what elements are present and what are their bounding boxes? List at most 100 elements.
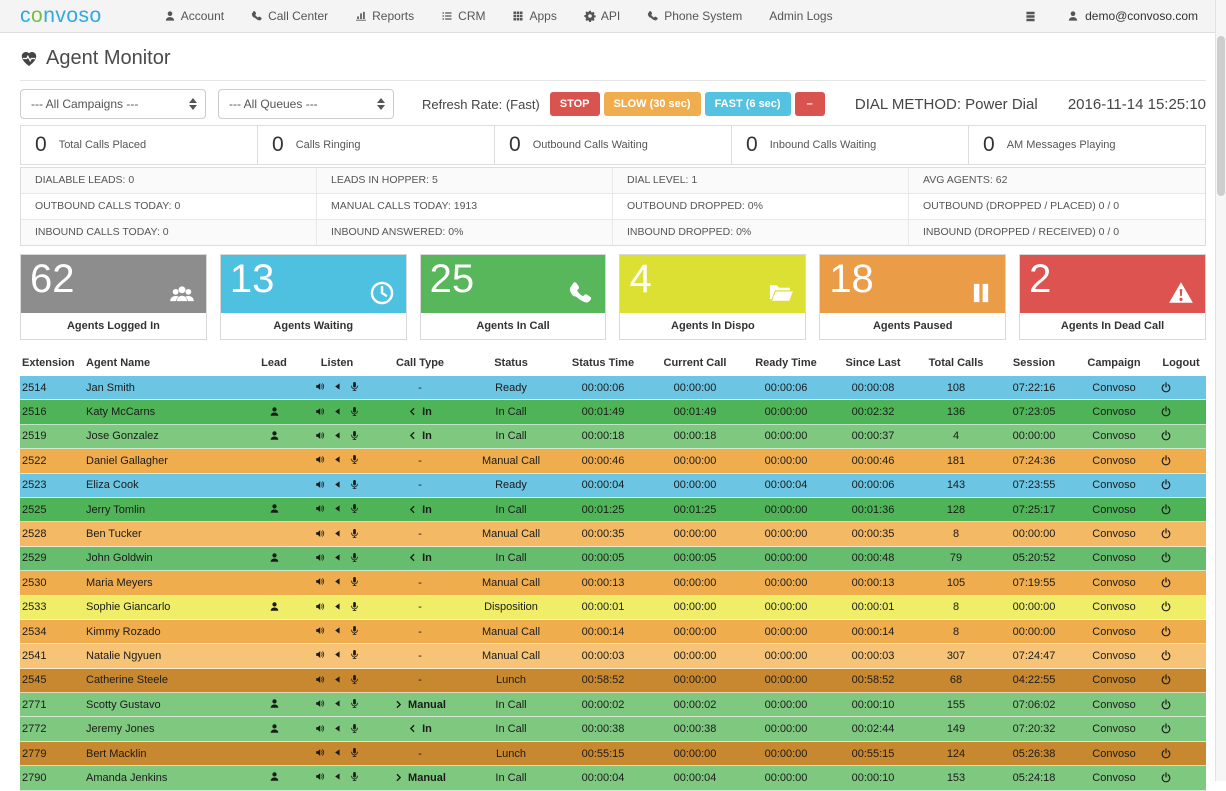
barge-icon[interactable] xyxy=(332,698,343,711)
user-menu[interactable]: demo@convoso.com xyxy=(1067,9,1198,23)
column-header-extension[interactable]: Extension xyxy=(20,357,82,369)
listen-icon[interactable] xyxy=(315,406,326,419)
whisper-icon[interactable] xyxy=(349,576,360,589)
nav-item-reports[interactable]: Reports xyxy=(355,9,414,23)
power-icon[interactable] xyxy=(1160,699,1202,711)
listen-icon[interactable] xyxy=(315,625,326,638)
listen-icon[interactable] xyxy=(315,479,326,492)
lead-icon[interactable] xyxy=(269,698,280,711)
lead-icon[interactable] xyxy=(269,406,280,419)
nav-item-admin-logs[interactable]: Admin Logs xyxy=(769,9,832,23)
convoso-logo[interactable]: convoso xyxy=(20,4,102,28)
lead-icon[interactable] xyxy=(269,771,280,784)
nav-item-crm[interactable]: CRM xyxy=(441,9,485,23)
power-icon[interactable] xyxy=(1160,723,1202,735)
listen-icon[interactable] xyxy=(315,552,326,565)
whisper-icon[interactable] xyxy=(349,601,360,614)
whisper-icon[interactable] xyxy=(349,406,360,419)
scrollbar-thumb[interactable] xyxy=(1217,36,1225,196)
barge-icon[interactable] xyxy=(332,625,343,638)
barge-icon[interactable] xyxy=(332,381,343,394)
whisper-icon[interactable] xyxy=(349,771,360,784)
stop-button[interactable]: STOP xyxy=(550,92,600,116)
listen-icon[interactable] xyxy=(315,771,326,784)
power-icon[interactable] xyxy=(1160,382,1202,394)
whisper-icon[interactable] xyxy=(349,381,360,394)
barge-icon[interactable] xyxy=(332,601,343,614)
listen-icon[interactable] xyxy=(315,528,326,541)
whisper-icon[interactable] xyxy=(349,479,360,492)
power-icon[interactable] xyxy=(1160,479,1202,491)
power-icon[interactable] xyxy=(1160,552,1202,564)
lead-icon[interactable] xyxy=(269,430,280,443)
card-agents-in-call[interactable]: 25Agents In Call xyxy=(420,254,607,340)
column-header-campaign[interactable]: Campaign xyxy=(1072,357,1156,369)
column-header-total-calls[interactable]: Total Calls xyxy=(916,357,996,369)
listen-icon[interactable] xyxy=(315,381,326,394)
lead-icon[interactable] xyxy=(269,723,280,736)
listen-icon[interactable] xyxy=(315,698,326,711)
queues-select[interactable]: --- All Queues --- xyxy=(218,89,394,119)
nav-item-call-center[interactable]: Call Center xyxy=(251,9,328,23)
whisper-icon[interactable] xyxy=(349,430,360,443)
card-agents-in-dead-call[interactable]: 2Agents In Dead Call xyxy=(1019,254,1206,340)
lead-icon[interactable] xyxy=(269,552,280,565)
card-agents-paused[interactable]: 18Agents Paused xyxy=(819,254,1006,340)
whisper-icon[interactable] xyxy=(349,454,360,467)
power-icon[interactable] xyxy=(1160,455,1202,467)
column-header-logout[interactable]: Logout xyxy=(1156,357,1206,369)
power-icon[interactable] xyxy=(1160,748,1202,760)
column-header-since-last[interactable]: Since Last xyxy=(830,357,916,369)
whisper-icon[interactable] xyxy=(349,674,360,687)
listen-icon[interactable] xyxy=(315,747,326,760)
power-icon[interactable] xyxy=(1160,601,1202,613)
power-icon[interactable] xyxy=(1160,626,1202,638)
lead-icon[interactable] xyxy=(269,601,280,614)
column-header-session[interactable]: Session xyxy=(996,357,1072,369)
listen-icon[interactable] xyxy=(315,674,326,687)
power-icon[interactable] xyxy=(1160,504,1202,516)
column-header-status[interactable]: Status xyxy=(464,357,558,369)
whisper-icon[interactable] xyxy=(349,723,360,736)
barge-icon[interactable] xyxy=(332,454,343,467)
minimize-button[interactable]: – xyxy=(795,92,825,116)
campaigns-select[interactable]: --- All Campaigns --- xyxy=(20,89,206,119)
nav-item-apps[interactable]: Apps xyxy=(512,9,556,23)
barge-icon[interactable] xyxy=(332,674,343,687)
listen-icon[interactable] xyxy=(315,723,326,736)
power-icon[interactable] xyxy=(1160,528,1202,540)
listen-icon[interactable] xyxy=(315,430,326,443)
card-agents-in-dispo[interactable]: 4Agents In Dispo xyxy=(619,254,806,340)
whisper-icon[interactable] xyxy=(349,698,360,711)
whisper-icon[interactable] xyxy=(349,649,360,662)
whisper-icon[interactable] xyxy=(349,552,360,565)
power-icon[interactable] xyxy=(1160,772,1202,784)
column-header-ready-time[interactable]: Ready Time xyxy=(742,357,830,369)
nav-item-phone-system[interactable]: Phone System xyxy=(647,9,742,23)
barge-icon[interactable] xyxy=(332,406,343,419)
whisper-icon[interactable] xyxy=(349,625,360,638)
card-agents-logged-in[interactable]: 62Agents Logged In xyxy=(20,254,207,340)
barge-icon[interactable] xyxy=(332,503,343,516)
barge-icon[interactable] xyxy=(332,552,343,565)
lead-icon[interactable] xyxy=(269,503,280,516)
barge-icon[interactable] xyxy=(332,771,343,784)
barge-icon[interactable] xyxy=(332,479,343,492)
barge-icon[interactable] xyxy=(332,576,343,589)
barge-icon[interactable] xyxy=(332,430,343,443)
power-icon[interactable] xyxy=(1160,674,1202,686)
column-header-call-type[interactable]: Call Type xyxy=(376,357,464,369)
fast-button[interactable]: FAST (6 sec) xyxy=(705,92,791,116)
barge-icon[interactable] xyxy=(332,649,343,662)
nav-item-api[interactable]: API xyxy=(584,9,620,23)
column-header-agent-name[interactable]: Agent Name xyxy=(82,357,250,369)
column-header-listen[interactable]: Listen xyxy=(298,357,376,369)
column-header-status-time[interactable]: Status Time xyxy=(558,357,648,369)
stack-icon[interactable] xyxy=(1024,10,1037,23)
listen-icon[interactable] xyxy=(315,649,326,662)
slow-button[interactable]: SLOW (30 sec) xyxy=(604,92,701,116)
power-icon[interactable] xyxy=(1160,406,1202,418)
listen-icon[interactable] xyxy=(315,601,326,614)
barge-icon[interactable] xyxy=(332,723,343,736)
listen-icon[interactable] xyxy=(315,503,326,516)
